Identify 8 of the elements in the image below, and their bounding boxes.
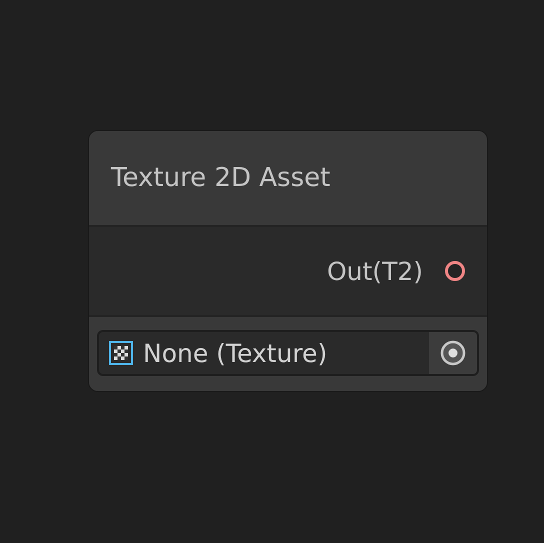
node-title: Texture 2D Asset xyxy=(111,165,330,191)
field-value: None (Texture) xyxy=(143,340,328,366)
checker-texture-icon xyxy=(109,341,133,365)
output-port[interactable] xyxy=(445,261,465,281)
target-icon xyxy=(439,339,467,367)
port-label: Out(T2) xyxy=(326,258,423,284)
object-picker-button[interactable] xyxy=(429,332,477,374)
object-field[interactable]: None (Texture) xyxy=(97,330,479,376)
